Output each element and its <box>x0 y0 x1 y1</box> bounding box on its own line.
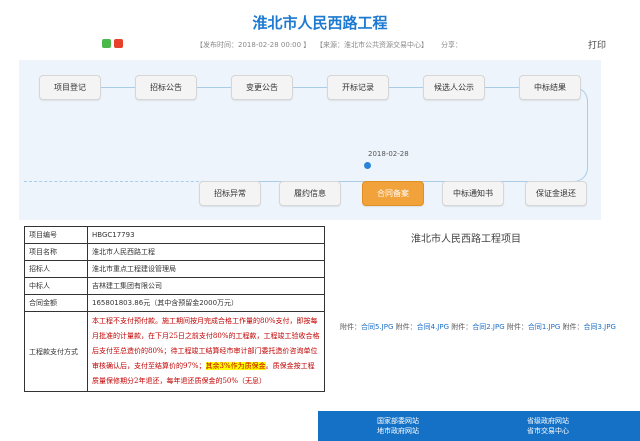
attachment-list: 附件：合同5.JPG 附件：合同4.JPG 附件：合同2.JPG 附件：合同1.… <box>340 322 636 332</box>
weibo-share-icon[interactable] <box>114 39 123 48</box>
attachment-prefix: 附件： <box>340 323 361 331</box>
current-date: 2018-02-28 <box>368 150 409 158</box>
step-award-result[interactable]: 中标结果 <box>519 75 581 100</box>
current-position-dot <box>364 162 371 169</box>
row-key: 项目名称 <box>24 243 88 261</box>
row-value: HBGC17793 <box>87 226 325 244</box>
row-value: 淮北市人民西路工程 <box>87 243 325 261</box>
footer-link-trade-center[interactable]: 省市交易中心 <box>498 426 598 436</box>
step-performance-info[interactable]: 履约信息 <box>279 181 341 206</box>
row-value: 淮北市重点工程建设管理局 <box>87 260 325 278</box>
footer-right-col: 省级政府网站 省市交易中心 <box>498 416 598 436</box>
attachment-link[interactable]: 合同4.JPG <box>417 323 449 331</box>
attachment-prefix: 附件： <box>506 323 528 331</box>
row-key: 合同金额 <box>24 294 88 312</box>
attachment-link[interactable]: 合同2.JPG <box>472 323 504 331</box>
project-name: 淮北市人民西路工程项目 <box>411 234 521 245</box>
share-label: 分享： <box>441 41 462 49</box>
print-button[interactable]: 打印 <box>588 38 606 51</box>
process-flow: 项目登记 招标公告 变更公告 开标记录 候选人公示 中标结果 2018-02-2… <box>19 60 601 220</box>
row-key: 工程款支付方式 <box>24 311 88 392</box>
row-value: 165801803.86元（其中含预留金2000万元） <box>87 294 325 312</box>
publish-time: 【发布时间：2018-02-28 00:00 】 <box>196 41 311 49</box>
row-key: 中标人 <box>24 277 88 295</box>
share-icons <box>102 39 123 48</box>
step-candidate-notice[interactable]: 候选人公示 <box>423 75 485 100</box>
step-tender-notice[interactable]: 招标公告 <box>135 75 197 100</box>
attachment-link[interactable]: 合同5.JPG <box>361 323 393 331</box>
step-change-notice[interactable]: 变更公告 <box>231 75 293 100</box>
step-contract-filing[interactable]: 合同备案 <box>362 181 424 206</box>
step-bid-opening[interactable]: 开标记录 <box>327 75 389 100</box>
footer-link-city-gov[interactable]: 地市政府网站 <box>348 426 448 436</box>
wechat-share-icon[interactable] <box>102 39 111 48</box>
table-row: 项目编号 HBGC17793 <box>24 226 325 244</box>
table-row: 项目名称 淮北市人民西路工程 <box>24 243 325 261</box>
step-project-register[interactable]: 项目登记 <box>39 75 101 100</box>
meta-bar: 【发布时间：2018-02-28 00:00 】 【来源：淮北市公共资源交易中心… <box>0 38 640 52</box>
flow-line-dashed <box>24 181 214 182</box>
step-award-notice[interactable]: 中标通知书 <box>442 181 504 206</box>
attachment-link[interactable]: 合同1.JPG <box>528 323 560 331</box>
attachment-link[interactable]: 合同3.JPG <box>584 323 616 331</box>
row-value: 吉林建工集团有限公司 <box>87 277 325 295</box>
source-label: 【来源：淮北市公共资源交易中心】 <box>316 41 428 49</box>
contract-info-table: 项目编号 HBGC17793 项目名称 淮北市人民西路工程 招标人 淮北市重点工… <box>24 226 325 392</box>
table-row: 招标人 淮北市重点工程建设管理局 <box>24 260 325 278</box>
attachment-prefix: 附件： <box>395 323 417 331</box>
step-tender-exception[interactable]: 招标异常 <box>199 181 261 206</box>
attachment-prefix: 附件： <box>562 323 584 331</box>
footer-link-provincial-gov[interactable]: 省级政府网站 <box>498 416 598 426</box>
table-row: 工程款支付方式 本工程不支付预付款。施工期间按月完成合格工作量的80%支付，即按… <box>24 311 325 392</box>
attachment-prefix: 附件： <box>451 323 473 331</box>
footer-link-ministries[interactable]: 国家部委网站 <box>348 416 448 426</box>
payment-text-highlight: 其余3%作为质保金 <box>205 362 266 370</box>
step-deposit-refund[interactable]: 保证金退还 <box>525 181 587 206</box>
payment-terms: 本工程不支付预付款。施工期间按月完成合格工作量的80%支付，即按每月批准的计量款… <box>87 311 325 392</box>
page-title: 淮北市人民西路工程 <box>252 14 388 32</box>
flow-line-turn <box>564 87 588 182</box>
row-key: 项目编号 <box>24 226 88 244</box>
footer-left-col: 国家部委网站 地市政府网站 <box>348 416 448 436</box>
row-key: 招标人 <box>24 260 88 278</box>
table-row: 合同金额 165801803.86元（其中含预留金2000万元） <box>24 294 325 312</box>
footer-links: 国家部委网站 地市政府网站 省级政府网站 省市交易中心 <box>318 411 640 441</box>
table-row: 中标人 吉林建工集团有限公司 <box>24 277 325 295</box>
